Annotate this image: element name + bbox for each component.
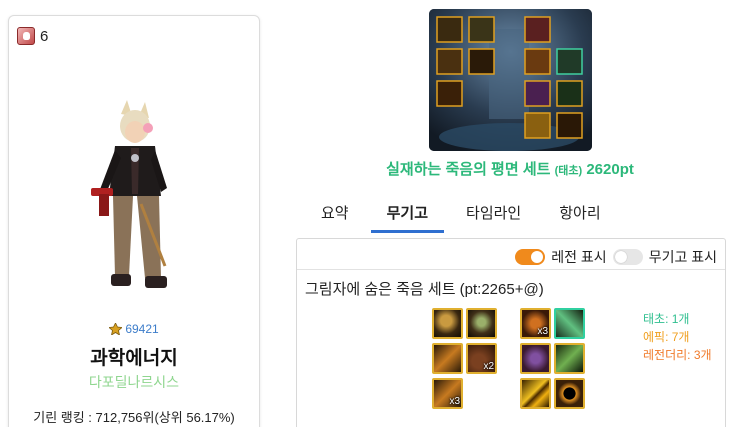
armory-panel: 레전 표시 무기고 표시 그림자에 숨은 죽음 세트 (pt:2265+@) x… (296, 238, 726, 427)
armory-toggle-switch[interactable] (612, 249, 643, 265)
item-slot[interactable]: x3 (432, 378, 463, 409)
item-slot[interactable]: x2 (466, 343, 497, 374)
count-taecho: 태초: 1개 (643, 312, 690, 326)
legend-toggle-switch[interactable] (515, 249, 546, 265)
server-count: 6 (40, 27, 49, 45)
fame-value: 69421 (125, 322, 159, 336)
tab-timeline[interactable]: 타임라인 (450, 196, 537, 233)
fame: 69421 (9, 322, 259, 336)
set-title-points: 2620pt (586, 161, 634, 178)
set-title: 실재하는 죽음의 평면 세트 (태초) 2620pt (360, 158, 660, 179)
character-ranking: 기린 랭킹 : 712,756위(상위 56.17%) (33, 410, 235, 425)
helmet-icon (434, 310, 461, 337)
character-class: 다포딜나르시스 (88, 374, 180, 390)
server-icon (17, 27, 35, 45)
character-name: 과학에너지 (90, 348, 178, 369)
grade-counts: 태초: 1개 에픽: 7개 레전더리: 3개 (643, 310, 712, 364)
magic-stone-icon (522, 380, 549, 407)
count-epic: 에픽: 7개 (643, 330, 690, 344)
item-slot[interactable] (554, 343, 585, 374)
tab-jar[interactable]: 항아리 (543, 196, 616, 233)
item-slot[interactable] (432, 308, 463, 339)
set-title-grade: (태초) (554, 165, 583, 177)
server-badge: 6 (17, 27, 48, 45)
divider (297, 269, 725, 270)
set-showcase-image (429, 9, 592, 151)
item-slot[interactable]: x3 (520, 308, 551, 339)
tab-summary[interactable]: 요약 (305, 196, 365, 233)
item-slot[interactable] (520, 343, 551, 374)
item-slot[interactable] (554, 378, 585, 409)
tab-bar: 요약 무기고 타임라인 항아리 (305, 196, 623, 233)
fame-icon (109, 323, 123, 335)
armor-icon (468, 310, 495, 337)
armory-toggle-label: 무기고 표시 (648, 249, 717, 265)
set-title-main: 실재하는 죽음의 평면 세트 (386, 161, 551, 178)
item-slot[interactable] (554, 308, 585, 339)
tab-armory[interactable]: 무기고 (370, 196, 445, 233)
support-icon (556, 345, 583, 372)
earring-icon (556, 380, 583, 407)
set-info-line: 그림자에 숨은 죽음 세트 (pt:2265+@) (305, 281, 544, 298)
legend-toggle-label: 레전 표시 (551, 249, 607, 265)
count-legendary: 레전더리: 3개 (643, 348, 712, 362)
character-card: 6 69421 과학에너지 다포딜나르시스 기린 랭킹: 712,756위(상… (8, 15, 260, 427)
toggle-bar: 레전 표시 무기고 표시 (515, 247, 717, 267)
necklace-icon (556, 310, 583, 337)
ring-icon (522, 345, 549, 372)
shoulder-icon (434, 345, 461, 372)
item-slot[interactable] (466, 308, 497, 339)
item-slot[interactable] (432, 343, 463, 374)
item-slot[interactable] (520, 378, 551, 409)
character-sprite (69, 96, 199, 296)
